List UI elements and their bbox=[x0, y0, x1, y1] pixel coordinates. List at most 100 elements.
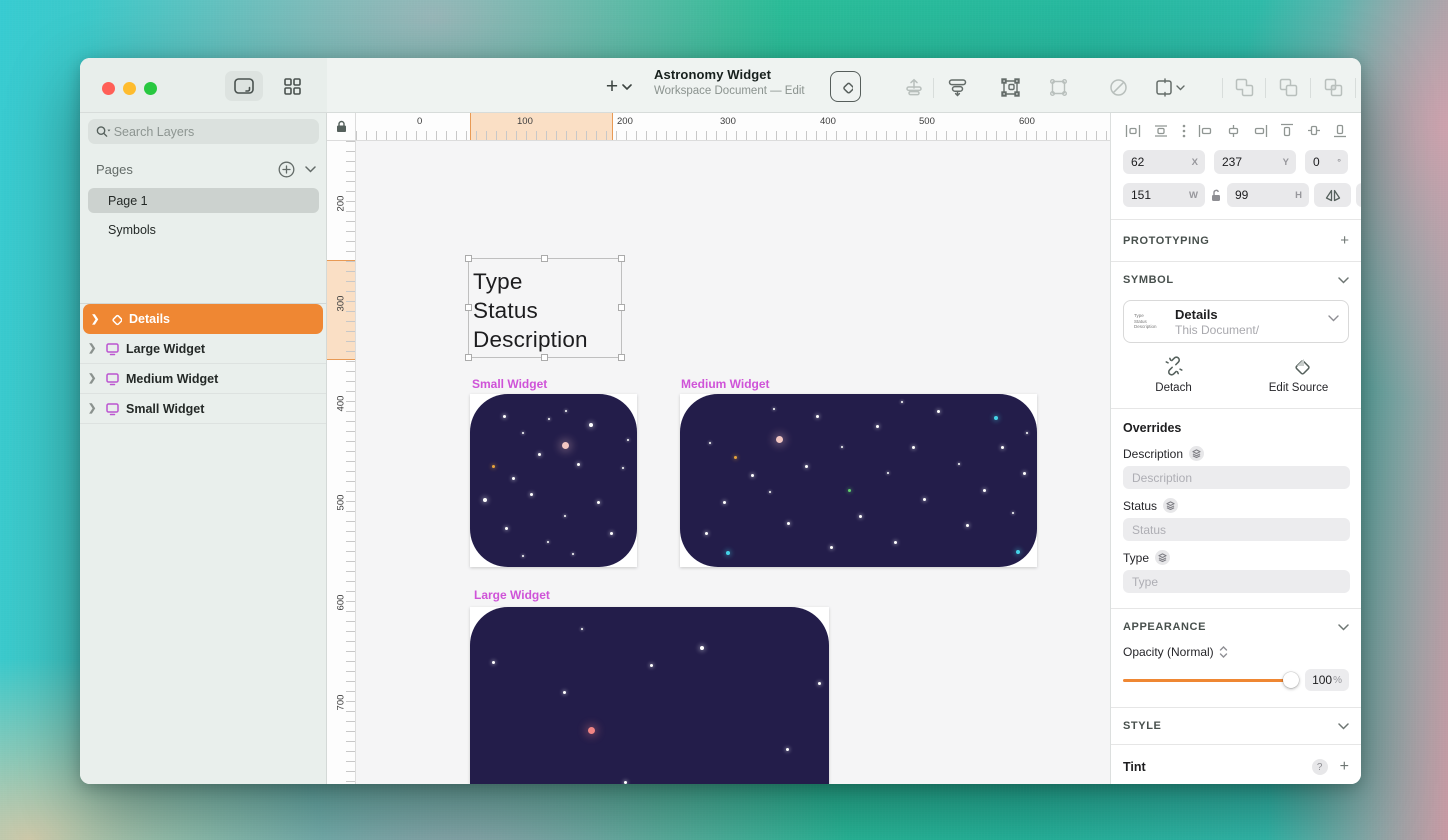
boolean-subtract-button bbox=[1273, 72, 1303, 102]
align-bottom-icon[interactable] bbox=[1333, 123, 1347, 138]
selection-handle[interactable] bbox=[541, 354, 548, 361]
horizontal-ruler[interactable]: 0 100 200 300 400 500 600 bbox=[356, 113, 1110, 141]
add-tint-button[interactable]: + bbox=[1340, 758, 1349, 776]
height-unit-label: H bbox=[1295, 190, 1302, 201]
x-value: 62 bbox=[1131, 155, 1144, 169]
symbol-picker-dropdown[interactable]: TypeStatusDescription Details This Docum… bbox=[1123, 300, 1349, 343]
panel-toggle-button[interactable] bbox=[225, 71, 263, 101]
selection-handle[interactable] bbox=[465, 255, 472, 262]
add-prototyping-button[interactable]: + bbox=[1340, 232, 1349, 249]
vertical-ruler[interactable]: 200 300 400 500 600 700 bbox=[327, 141, 356, 784]
document-subtitle[interactable]: Workspace Document — Edit bbox=[654, 85, 805, 97]
close-window-button[interactable] bbox=[102, 82, 115, 95]
height-value: 99 bbox=[1235, 188, 1248, 202]
align-right-icon[interactable] bbox=[1253, 124, 1268, 138]
layers-stack-icon[interactable] bbox=[1163, 498, 1178, 513]
artboard-small-widget[interactable] bbox=[470, 394, 637, 567]
width-field[interactable]: 151 W bbox=[1123, 183, 1205, 207]
opacity-slider[interactable] bbox=[1123, 672, 1297, 688]
page-item-symbols[interactable]: Symbols bbox=[88, 217, 319, 242]
add-page-button[interactable] bbox=[278, 161, 295, 178]
layer-item-details[interactable]: ❯ Details bbox=[83, 304, 323, 334]
flip-horizontal-button[interactable] bbox=[1314, 183, 1351, 207]
selection-handle[interactable] bbox=[618, 255, 625, 262]
selection-handle[interactable] bbox=[541, 255, 548, 262]
search-layers-field[interactable] bbox=[88, 119, 319, 144]
symbol-tool-button[interactable] bbox=[830, 71, 861, 102]
layer-item-medium-widget[interactable]: ❯ Medium Widget bbox=[80, 364, 326, 394]
ruler-lock[interactable] bbox=[327, 113, 356, 141]
page-item-page1[interactable]: Page 1 bbox=[88, 188, 319, 213]
expand-chevron-icon[interactable]: ❯ bbox=[88, 403, 98, 414]
zoom-window-button[interactable] bbox=[144, 82, 157, 95]
star bbox=[483, 498, 487, 502]
star bbox=[589, 423, 593, 427]
selection-handle[interactable] bbox=[618, 304, 625, 311]
prototyping-section-header[interactable]: PROTOTYPING + bbox=[1111, 220, 1361, 261]
rotation-field[interactable]: 0 ° bbox=[1305, 150, 1348, 174]
layers-stack-icon[interactable] bbox=[1155, 550, 1170, 565]
tidy-button[interactable] bbox=[942, 72, 972, 102]
edit-source-button[interactable]: Edit Source bbox=[1236, 355, 1361, 394]
distribute-vertical-icon[interactable] bbox=[1153, 124, 1169, 138]
sketch-window: + Astronomy Widget Workspace Document — … bbox=[80, 58, 1361, 784]
star bbox=[581, 628, 583, 630]
detach-symbol-button[interactable]: Detach bbox=[1111, 355, 1236, 394]
selection-handle[interactable] bbox=[465, 354, 472, 361]
align-center-horizontal-icon[interactable] bbox=[1226, 124, 1241, 138]
appearance-section-header[interactable]: APPEARANCE bbox=[1111, 609, 1361, 645]
artboard-title-small[interactable]: Small Widget bbox=[472, 377, 547, 391]
width-unit-label: W bbox=[1189, 190, 1198, 201]
search-input[interactable] bbox=[114, 125, 311, 139]
selection-handle[interactable] bbox=[618, 354, 625, 361]
flip-vertical-button[interactable] bbox=[1356, 183, 1361, 207]
artboard-title-large[interactable]: Large Widget bbox=[474, 588, 550, 602]
pages-collapse-chevron[interactable] bbox=[305, 166, 316, 173]
symbol-section-header[interactable]: SYMBOL bbox=[1111, 262, 1361, 298]
minimize-window-button[interactable] bbox=[123, 82, 136, 95]
style-collapse-chevron[interactable] bbox=[1338, 723, 1349, 730]
layers-stack-icon[interactable] bbox=[1189, 446, 1204, 461]
canvas-viewport[interactable]: Type Status Description Small Widget bbox=[356, 141, 1110, 784]
artboard-large-widget[interactable] bbox=[470, 607, 829, 784]
symbol-collapse-chevron[interactable] bbox=[1338, 277, 1349, 284]
titlebar: + Astronomy Widget Workspace Document — … bbox=[80, 58, 1361, 113]
aspect-lock-button[interactable] bbox=[1210, 189, 1222, 202]
subtract-icon bbox=[1279, 78, 1298, 97]
ruler-label: 300 bbox=[720, 116, 736, 127]
align-middle-vertical-icon[interactable] bbox=[1307, 123, 1321, 138]
override-input-type[interactable] bbox=[1123, 570, 1350, 593]
tint-help-icon[interactable]: ? bbox=[1312, 759, 1328, 775]
appearance-collapse-chevron[interactable] bbox=[1338, 624, 1349, 631]
layer-item-small-widget[interactable]: ❯ Small Widget bbox=[80, 394, 326, 424]
expand-chevron-icon[interactable]: ❯ bbox=[88, 343, 98, 354]
artboard-title-medium[interactable]: Medium Widget bbox=[681, 377, 770, 391]
opacity-slider-thumb[interactable] bbox=[1283, 672, 1299, 688]
opacity-value-field[interactable]: 100 % bbox=[1305, 669, 1349, 691]
canvas-area[interactable]: 0 100 200 300 400 500 600 200 300 400 50… bbox=[327, 113, 1110, 784]
align-left-icon[interactable] bbox=[1198, 124, 1213, 138]
star bbox=[547, 541, 549, 543]
expand-chevron-icon[interactable]: ❯ bbox=[88, 373, 98, 384]
selection-handle[interactable] bbox=[465, 304, 472, 311]
override-input-status[interactable] bbox=[1123, 518, 1350, 541]
insert-chevron-icon[interactable] bbox=[619, 72, 635, 102]
stepper-icon[interactable] bbox=[1219, 646, 1228, 658]
height-field[interactable]: 99 H bbox=[1227, 183, 1309, 207]
x-position-field[interactable]: 62 X bbox=[1123, 150, 1205, 174]
align-top-icon[interactable] bbox=[1280, 123, 1294, 138]
selected-symbol-instance[interactable]: Type Status Description bbox=[468, 258, 622, 358]
y-position-field[interactable]: 237 Y bbox=[1214, 150, 1296, 174]
override-input-description[interactable] bbox=[1123, 466, 1350, 489]
artboard-medium-widget[interactable] bbox=[680, 394, 1037, 567]
style-section-header[interactable]: STYLE bbox=[1111, 708, 1361, 744]
more-dots-icon[interactable] bbox=[1182, 124, 1186, 138]
edit-symbol-button[interactable] bbox=[995, 72, 1025, 102]
expand-chevron-icon[interactable]: ❯ bbox=[91, 314, 101, 325]
scale-button[interactable] bbox=[1155, 72, 1185, 102]
layer-item-large-widget[interactable]: ❯ Large Widget bbox=[80, 334, 326, 364]
grid-view-button[interactable] bbox=[273, 71, 311, 101]
opacity-blendmode-control[interactable]: Opacity (Normal) bbox=[1111, 645, 1361, 667]
distribute-horizontal-icon[interactable] bbox=[1125, 124, 1141, 138]
ruler-label: 400 bbox=[336, 391, 347, 417]
